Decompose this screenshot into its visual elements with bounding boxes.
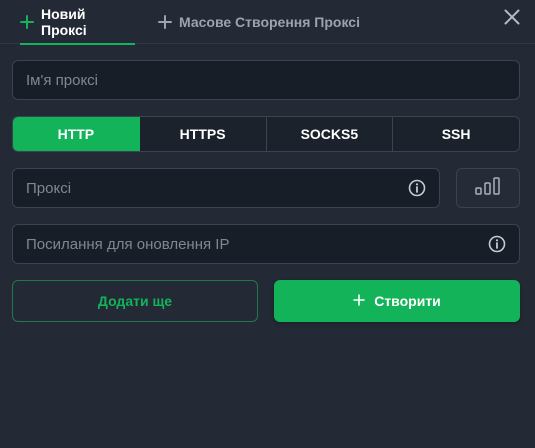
add-more-button[interactable]: Додати ще [12,280,258,322]
add-more-label: Додати ще [97,293,173,309]
new-proxy-panel: Новий Проксі Масове Створення Проксі HTT… [0,0,535,448]
plus-icon [20,15,34,29]
tab-new-proxy[interactable]: Новий Проксі [20,0,135,45]
close-button[interactable] [501,8,523,30]
tab-bulk-create[interactable]: Масове Створення Проксі [158,0,360,44]
info-icon[interactable] [408,179,426,197]
signal-bars-icon [475,176,501,200]
tab-bar: Новий Проксі Масове Створення Проксі [0,0,535,45]
protocol-ssh[interactable]: SSH [393,117,519,151]
protocol-https[interactable]: HTTPS [139,117,267,151]
ip-refresh-link-input[interactable] [26,225,488,263]
protocol-http[interactable]: HTTP [13,117,140,151]
plus-icon [353,293,366,309]
info-icon[interactable] [488,235,506,253]
check-proxy-button[interactable] [456,168,520,208]
proxy-name-field [12,60,520,100]
create-label: Створити [374,293,441,309]
protocol-socks5[interactable]: SOCKS5 [266,117,394,151]
plus-icon [158,15,172,29]
close-icon [504,9,520,30]
proxy-input[interactable] [26,169,408,207]
protocol-selector: HTTP HTTPS SOCKS5 SSH [12,116,520,152]
proxy-name-input[interactable] [26,61,506,99]
proxy-field [12,168,440,208]
create-button[interactable]: Створити [274,280,520,322]
ip-refresh-link-field [12,224,520,264]
tab-label: Новий Проксі [41,6,87,38]
tab-label: Масове Створення Проксі [179,14,360,30]
